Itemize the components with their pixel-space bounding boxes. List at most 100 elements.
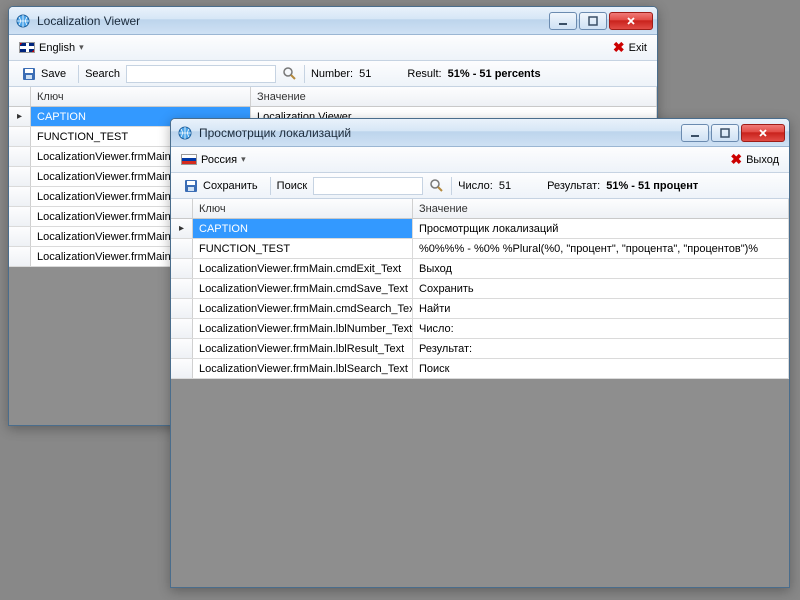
exit-button[interactable]: ✖ Exit xyxy=(609,37,651,58)
cell-key[interactable]: LocalizationViewer.frmMain.cmdSave_Text xyxy=(193,279,413,298)
action-toolbar: Сохранить Поиск Число: 51 Результат: 51%… xyxy=(171,173,789,199)
number-value: 51 xyxy=(359,68,371,80)
cell-value[interactable]: %0%%% - %0% %Plural(%0, "процент", "проц… xyxy=(413,239,789,258)
number-label: Number: xyxy=(311,68,353,80)
col-header-key[interactable]: Ключ xyxy=(193,199,413,218)
exit-label: Выход xyxy=(746,154,779,166)
cell-key[interactable]: LocalizationViewer.frmMain.cmdExit_Text xyxy=(193,259,413,278)
chevron-down-icon: ▾ xyxy=(241,154,246,165)
data-grid[interactable]: Ключ Значение ▸CAPTIONПросмотрщик локали… xyxy=(171,199,789,379)
save-icon xyxy=(21,66,37,82)
search-input[interactable] xyxy=(313,177,423,195)
minimize-button[interactable] xyxy=(549,12,577,30)
row-selector[interactable] xyxy=(9,247,31,266)
search-label: Поиск xyxy=(277,180,307,192)
cell-value[interactable]: Выход xyxy=(413,259,789,278)
save-icon xyxy=(183,178,199,194)
separator xyxy=(270,177,271,195)
row-selector[interactable] xyxy=(9,167,31,186)
cell-key[interactable]: FUNCTION_TEST xyxy=(193,239,413,258)
separator xyxy=(78,65,79,83)
flag-ru-icon xyxy=(181,154,197,165)
row-selector[interactable]: ▸ xyxy=(9,107,31,126)
table-row[interactable]: LocalizationViewer.frmMain.cmdSave_TextС… xyxy=(171,279,789,299)
separator xyxy=(304,65,305,83)
cell-value[interactable]: Найти xyxy=(413,299,789,318)
table-row[interactable]: LocalizationViewer.frmMain.lblResult_Tex… xyxy=(171,339,789,359)
cell-key[interactable]: LocalizationViewer.frmMain.lblResult_Tex… xyxy=(193,339,413,358)
save-button[interactable]: Save xyxy=(15,64,72,84)
row-selector[interactable]: ▸ xyxy=(171,219,193,238)
row-selector[interactable] xyxy=(9,227,31,246)
result-label: Результат: xyxy=(547,180,600,192)
cell-value[interactable]: Результат: xyxy=(413,339,789,358)
cell-key[interactable]: CAPTION xyxy=(193,219,413,238)
row-selector[interactable] xyxy=(171,299,193,318)
search-label: Search xyxy=(85,68,120,80)
col-header-key[interactable]: Ключ xyxy=(31,87,251,106)
close-icon: ✖ xyxy=(730,151,742,168)
row-selector[interactable] xyxy=(171,359,193,378)
chevron-down-icon: ▾ xyxy=(79,42,84,53)
language-label: Россия xyxy=(201,154,237,166)
language-toolbar: English ▾ ✖ Exit xyxy=(9,35,657,61)
cell-key[interactable]: LocalizationViewer.frmMain.lblSearch_Tex… xyxy=(193,359,413,378)
table-row[interactable]: LocalizationViewer.frmMain.lblSearch_Tex… xyxy=(171,359,789,379)
row-selector[interactable] xyxy=(9,207,31,226)
app-icon xyxy=(15,13,31,29)
language-dropdown[interactable]: Россия ▾ xyxy=(177,152,250,168)
number-label: Число: xyxy=(458,180,493,192)
cell-value[interactable]: Поиск xyxy=(413,359,789,378)
maximize-button[interactable] xyxy=(579,12,607,30)
language-dropdown[interactable]: English ▾ xyxy=(15,40,88,56)
table-row[interactable]: LocalizationViewer.frmMain.lblNumber_Tex… xyxy=(171,319,789,339)
cell-key[interactable]: LocalizationViewer.frmMain.cmdSearch_Tex… xyxy=(193,299,413,318)
cell-value[interactable]: Число: xyxy=(413,319,789,338)
row-selector[interactable] xyxy=(171,319,193,338)
window-buttons xyxy=(549,12,653,30)
close-icon: ✖ xyxy=(613,39,625,56)
save-button[interactable]: Сохранить xyxy=(177,176,264,196)
cell-value[interactable]: Сохранить xyxy=(413,279,789,298)
close-button[interactable] xyxy=(609,12,653,30)
grid-area: Ключ Значение ▸CAPTIONПросмотрщик локали… xyxy=(171,199,789,587)
col-header-value[interactable]: Значение xyxy=(251,87,657,106)
cell-key[interactable]: LocalizationViewer.frmMain.lblNumber_Tex… xyxy=(193,319,413,338)
row-selector[interactable] xyxy=(9,127,31,146)
row-selector-header xyxy=(9,87,31,106)
save-label: Save xyxy=(41,68,66,80)
row-selector[interactable] xyxy=(171,239,193,258)
table-row[interactable]: FUNCTION_TEST%0%%% - %0% %Plural(%0, "пр… xyxy=(171,239,789,259)
row-selector-header xyxy=(171,199,193,218)
cell-value[interactable]: Просмотрщик локализаций xyxy=(413,219,789,238)
window-title: Просмотрщик локализаций xyxy=(199,126,681,140)
row-selector[interactable] xyxy=(171,339,193,358)
action-toolbar: Save Search Number: 51 Result: 51% - 51 … xyxy=(9,61,657,87)
result-value: 51% - 51 percents xyxy=(448,68,541,80)
result-label: Result: xyxy=(407,68,441,80)
row-selector[interactable] xyxy=(9,187,31,206)
titlebar[interactable]: Localization Viewer xyxy=(9,7,657,35)
app-icon xyxy=(177,125,193,141)
close-button[interactable] xyxy=(741,124,785,142)
maximize-button[interactable] xyxy=(711,124,739,142)
titlebar[interactable]: Просмотрщик локализаций xyxy=(171,119,789,147)
search-icon[interactable] xyxy=(282,66,298,82)
row-selector[interactable] xyxy=(9,147,31,166)
exit-button[interactable]: ✖ Выход xyxy=(726,149,783,170)
table-row[interactable]: LocalizationViewer.frmMain.cmdExit_TextВ… xyxy=(171,259,789,279)
search-icon[interactable] xyxy=(429,178,445,194)
language-label: English xyxy=(39,42,75,54)
col-header-value[interactable]: Значение xyxy=(413,199,789,218)
table-row[interactable]: LocalizationViewer.frmMain.cmdSearch_Tex… xyxy=(171,299,789,319)
save-label: Сохранить xyxy=(203,180,258,192)
search-input[interactable] xyxy=(126,65,276,83)
minimize-button[interactable] xyxy=(681,124,709,142)
row-pointer-icon: ▸ xyxy=(17,111,22,122)
window-title: Localization Viewer xyxy=(37,14,549,28)
row-selector[interactable] xyxy=(171,259,193,278)
separator xyxy=(451,177,452,195)
row-selector[interactable] xyxy=(171,279,193,298)
table-row[interactable]: ▸CAPTIONПросмотрщик локализаций xyxy=(171,219,789,239)
window-russian: Просмотрщик локализаций Россия ▾ ✖ Выход… xyxy=(170,118,790,588)
